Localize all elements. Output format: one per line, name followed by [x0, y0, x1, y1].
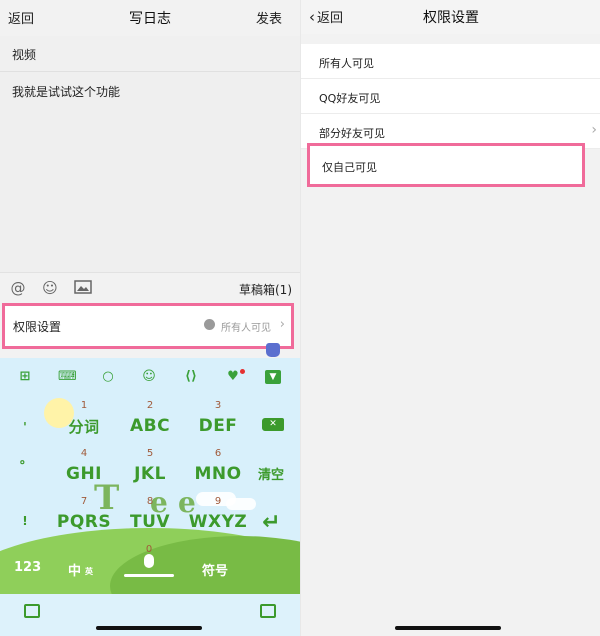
collapse-keyboard-icon[interactable]: ▼ — [265, 370, 281, 384]
editor-toolbar: @ ☺ 草稿箱(1) — [0, 272, 300, 302]
key-abc[interactable]: ABC — [120, 416, 180, 436]
option-label: 仅自己可见 — [322, 161, 377, 174]
sticker-icon[interactable]: ♥ — [225, 370, 241, 384]
option-label: 所有人可见 — [319, 57, 374, 70]
compose-diary-screen: 返回 写日志 发表 视频 我就是试试这个功能 @ ☺ 草稿箱(1) 权限设置 所… — [0, 0, 300, 636]
permission-settings-row[interactable]: 权限设置 所有人可见 › — [2, 303, 294, 349]
globe-icon — [204, 319, 215, 330]
key-pqrs[interactable]: PQRS — [54, 512, 114, 532]
key-number: 8 — [146, 496, 154, 507]
option-qq-friends[interactable]: QQ好友可见 — [301, 79, 600, 114]
visibility-options-list: 所有人可见 QQ好友可见 部分好友可见 › — [301, 44, 600, 149]
keyboard-mascot-icon — [266, 343, 280, 357]
symbols-key[interactable]: 符号 — [202, 560, 228, 579]
emoji-icon[interactable]: ☺ — [141, 370, 157, 384]
keyboard-switch-icon[interactable] — [24, 604, 40, 618]
backspace-key[interactable]: ✕ — [262, 418, 284, 431]
chevron-right-icon: › — [591, 122, 597, 138]
key-def[interactable]: DEF — [188, 416, 248, 436]
key-wxyz[interactable]: WXYZ — [188, 512, 248, 532]
option-label: QQ好友可见 — [319, 92, 381, 105]
key-jkl[interactable]: JKL — [120, 464, 180, 484]
title-field-text: 视频 — [12, 48, 37, 62]
key-number: 6 — [214, 448, 222, 459]
key-number: 7 — [80, 496, 88, 507]
permission-value: 所有人可见 — [221, 323, 271, 334]
option-only-me[interactable]: 仅自己可见 — [307, 143, 585, 187]
punct-key[interactable]: ' — [20, 420, 30, 434]
space-key[interactable] — [124, 574, 174, 577]
grid-menu-icon[interactable]: ⊞ — [17, 370, 33, 384]
title-field[interactable]: 视频 — [0, 36, 300, 72]
key-fenci[interactable]: 分词 — [54, 416, 114, 437]
language-key[interactable]: 中 — [68, 560, 81, 579]
key-number: 2 — [146, 400, 154, 411]
clipboard-icon[interactable] — [260, 604, 276, 618]
body-text: 我就是试试这个功能 — [12, 85, 121, 99]
top-bar: 返回 写日志 发表 — [0, 0, 300, 34]
permission-label: 权限设置 — [13, 320, 62, 334]
cursor-move-icon[interactable]: ⟨⟩ — [183, 370, 199, 384]
punct-key[interactable]: 。 — [20, 450, 32, 467]
home-indicator — [96, 626, 202, 630]
top-bar: ‹ 返回 权限设置 — [301, 0, 600, 34]
publish-button[interactable]: 发表 — [256, 8, 282, 27]
search-icon[interactable]: ○ — [100, 370, 116, 384]
home-indicator — [395, 626, 501, 630]
notification-dot — [240, 369, 245, 374]
numeric-key[interactable]: 123 — [14, 560, 41, 575]
language-key-sub: 英 — [85, 567, 93, 576]
permission-settings-screen: ‹ 返回 权限设置 所有人可见 QQ好友可见 部分好友可见 › 仅自己可见 — [300, 0, 600, 636]
key-ghi[interactable]: GHI — [54, 464, 114, 484]
at-mention-icon[interactable]: @ — [9, 279, 27, 297]
key-number: 1 — [80, 400, 88, 411]
body-editor[interactable]: 我就是试试这个功能 — [0, 72, 300, 272]
emoji-icon[interactable]: ☺ — [41, 279, 59, 297]
ime-keyboard: T e e ⊞ ⌨ ○ ☺ ⟨⟩ ♥ ▼ ' 1 分词 2 ABC 3 DEF … — [0, 358, 300, 594]
page-title: 权限设置 — [423, 10, 479, 26]
chevron-right-icon: › — [279, 317, 285, 332]
image-icon[interactable] — [74, 279, 92, 297]
key-number: 9 — [214, 496, 222, 507]
drafts-button[interactable]: 草稿箱(1) — [239, 281, 292, 298]
clear-key[interactable]: 清空 — [258, 464, 284, 483]
option-everyone[interactable]: 所有人可见 — [301, 44, 600, 79]
punct-key[interactable]: ! — [20, 514, 30, 528]
keyboard-toolbar: ⊞ ⌨ ○ ☺ ⟨⟩ ♥ ▼ — [0, 358, 300, 394]
cloud-decoration — [226, 498, 256, 510]
enter-key[interactable]: ↵ — [262, 510, 280, 535]
key-number: 3 — [214, 400, 222, 411]
key-tuv[interactable]: TUV — [120, 512, 180, 532]
key-number: 4 — [80, 448, 88, 459]
microphone-icon[interactable] — [144, 554, 154, 568]
key-mno[interactable]: MNO — [188, 464, 248, 484]
key-number: 5 — [146, 448, 154, 459]
option-label: 部分好友可见 — [319, 127, 385, 140]
keyboard-layout-icon[interactable]: ⌨ — [58, 370, 77, 384]
